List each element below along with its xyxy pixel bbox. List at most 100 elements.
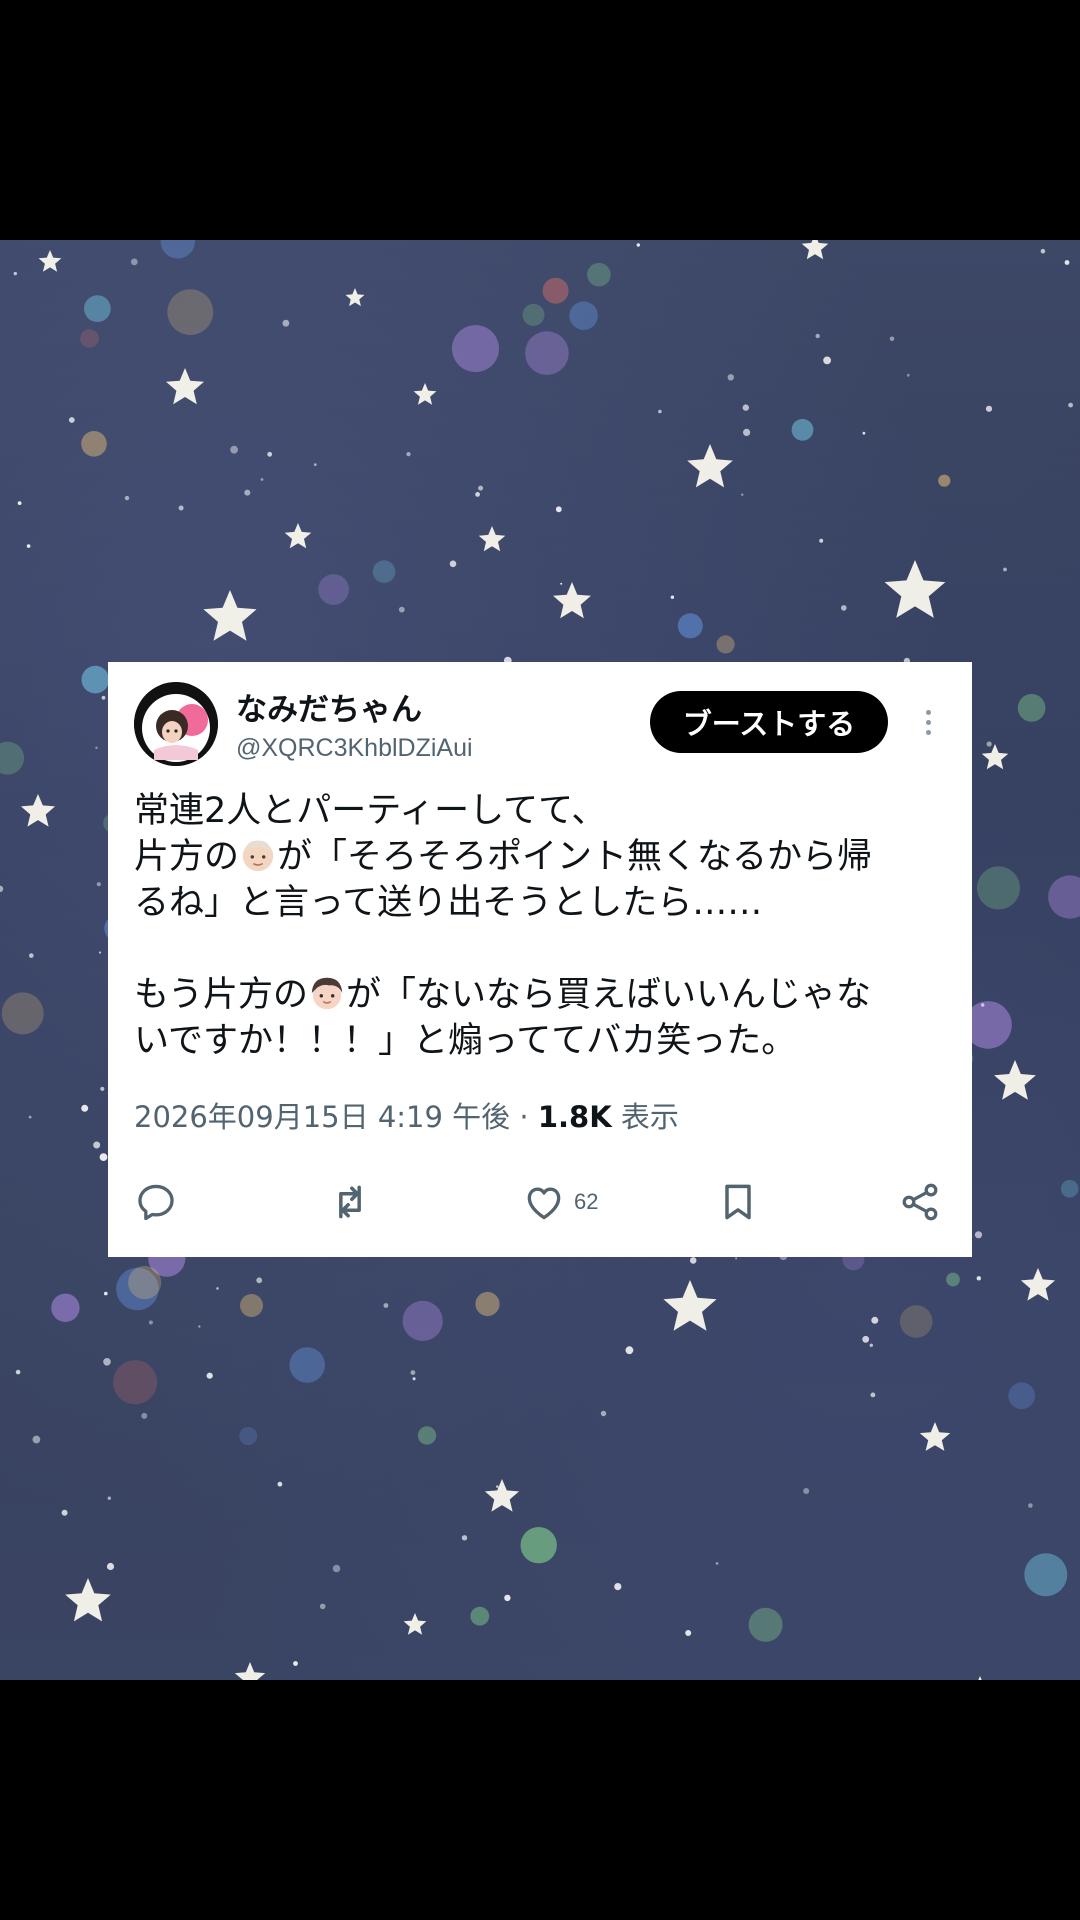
- bokeh-light: [452, 325, 499, 373]
- sparkle-dot: [106, 1562, 115, 1571]
- action-bar: 62: [108, 1172, 972, 1232]
- user-handle[interactable]: @XQRC3KhblDZiAui: [236, 734, 473, 763]
- bookmark-button[interactable]: [716, 1172, 760, 1232]
- older-man-emoji-icon: [242, 840, 274, 872]
- repost-icon: [339, 1185, 361, 1219]
- post-card: なみだちゃん @XQRC3KhblDZiAui ブーストする 常連2人とパーティ…: [108, 662, 972, 1257]
- share-icon: [902, 1183, 938, 1221]
- bokeh-light: [1017, 694, 1046, 722]
- sparkle-dot: [478, 485, 484, 491]
- post-text-segment: もう片方の: [134, 975, 308, 1015]
- sparkle-dot: [981, 1003, 985, 1007]
- star-shape: [553, 582, 591, 619]
- bokeh-light: [84, 295, 111, 322]
- sparkle-dot: [1028, 1503, 1033, 1508]
- avatar-image: [134, 682, 218, 766]
- sparkle-dot: [95, 746, 98, 749]
- sparkle-dot: [743, 428, 751, 436]
- star-shape: [919, 1422, 951, 1451]
- star-shape: [663, 1280, 717, 1331]
- bokeh-light: [51, 1293, 80, 1323]
- sparkle-dot: [103, 1358, 111, 1366]
- bokeh-light: [81, 431, 107, 457]
- post-timestamp[interactable]: 2026年09月15日 4:19 午後: [134, 1100, 510, 1134]
- star-shape: [284, 523, 312, 549]
- meta-separator: ·: [519, 1100, 529, 1134]
- sparkle-dot: [600, 1410, 607, 1417]
- bokeh-light: [569, 301, 598, 330]
- avatar[interactable]: [134, 682, 218, 766]
- star-shape: [166, 368, 204, 405]
- reply-button[interactable]: [134, 1172, 178, 1232]
- boy-emoji-icon: [311, 977, 343, 1010]
- bokeh-light: [522, 303, 545, 326]
- bokeh-light: [520, 1527, 557, 1564]
- sparkle-dot: [15, 1369, 21, 1375]
- sparkle-dot: [974, 1231, 983, 1239]
- bokeh-light: [0, 741, 25, 775]
- sparkle-dot: [862, 1335, 870, 1343]
- bokeh-light: [677, 613, 703, 639]
- sparkle-dot: [871, 1316, 879, 1324]
- sparkle-dot: [504, 1594, 511, 1602]
- views-count: 1.8K: [537, 1100, 612, 1134]
- sparkle-dot: [410, 1370, 416, 1375]
- bokeh-light: [1, 992, 44, 1035]
- sparkle-dot: [32, 1435, 41, 1444]
- sparkle-dot: [823, 356, 831, 365]
- bokeh-light: [475, 1291, 500, 1317]
- sparkle-dot: [100, 1086, 105, 1091]
- star-shape: [65, 1578, 111, 1622]
- sparkle-dot: [1068, 402, 1073, 408]
- sparkle-dot: [96, 882, 101, 887]
- sparkle-dot: [319, 1603, 326, 1610]
- sparkle-dot: [625, 1346, 634, 1355]
- star-shape: [1020, 1268, 1056, 1301]
- bokeh-light: [289, 1347, 326, 1383]
- like-button[interactable]: 62: [522, 1172, 598, 1232]
- post-text-line: 片方の が「そろそろポイント無くなるから帰: [134, 834, 954, 880]
- bokeh-light: [1024, 1553, 1068, 1597]
- sparkle-dot: [29, 953, 34, 958]
- boost-button[interactable]: ブーストする: [650, 691, 888, 753]
- sparkle-dot: [636, 243, 640, 247]
- sparkle-dot: [1064, 260, 1070, 265]
- sparkle-dot: [260, 478, 264, 481]
- bookmark-icon: [725, 1184, 751, 1220]
- star-shape: [203, 590, 257, 641]
- sparkle-dot: [869, 1343, 873, 1348]
- sparkle-dot: [906, 373, 910, 377]
- bokeh-light: [80, 329, 99, 348]
- bokeh-light: [113, 1360, 158, 1405]
- sparkle-dot: [985, 405, 993, 412]
- share-button[interactable]: [898, 1172, 942, 1232]
- bokeh-light: [318, 574, 349, 605]
- bokeh-light: [372, 560, 396, 583]
- sparkle-dot: [803, 1488, 810, 1494]
- post-text-segment: 片方の: [134, 837, 240, 877]
- star-shape: [484, 1479, 520, 1512]
- sparkle-dot: [93, 1141, 101, 1149]
- display-name[interactable]: なみだちゃん: [236, 684, 422, 729]
- sparkle-dot: [267, 451, 273, 457]
- bokeh-light: [470, 1606, 490, 1626]
- sparkle-dot: [819, 538, 824, 543]
- more-vertical-icon[interactable]: [918, 702, 938, 742]
- bokeh-light: [938, 474, 951, 487]
- sparkle-dot: [178, 505, 184, 511]
- likes-count: 62: [574, 1189, 599, 1214]
- bokeh-light: [1008, 1382, 1036, 1410]
- bokeh-light: [748, 1607, 783, 1642]
- star-shape: [478, 526, 506, 552]
- bokeh-light: [976, 866, 1021, 910]
- bokeh-light: [587, 262, 611, 287]
- sparkle-dot: [475, 492, 480, 497]
- bokeh-light: [791, 418, 814, 441]
- star-shape: [345, 288, 365, 307]
- sparkle-dot: [130, 258, 138, 266]
- repost-button[interactable]: [328, 1172, 372, 1232]
- bokeh-light: [160, 240, 195, 259]
- sparkle-dot: [1040, 248, 1046, 254]
- post-text-segment: が「そろそろポイント無くなるから帰: [277, 837, 873, 877]
- sparkle-dot: [13, 271, 17, 276]
